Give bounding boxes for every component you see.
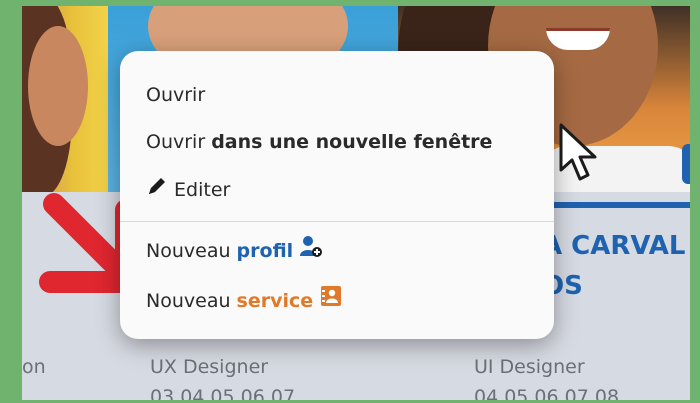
middle-card-role: UX Designer xyxy=(150,356,269,378)
context-menu: Ouvrir Ouvrir dans une nouvelle fenêtre … xyxy=(120,51,554,339)
menu-item-label: Nouveau xyxy=(146,240,231,262)
menu-separator xyxy=(120,221,554,222)
menu-item-emphasis: service xyxy=(236,290,314,312)
scroll-tab[interactable] xyxy=(682,144,690,184)
menu-item-emphasis: profil xyxy=(236,240,294,262)
menu-item-open-new-window[interactable]: Ouvrir dans une nouvelle fenêtre xyxy=(146,124,492,160)
left-card-role: on xyxy=(22,356,46,378)
middle-card-phone: 03 04 05 06 07 xyxy=(150,386,296,400)
mouse-cursor-icon xyxy=(559,123,597,181)
face-shape xyxy=(28,26,88,146)
card-name-line2: OS xyxy=(542,271,583,301)
right-card-role: UI Designer xyxy=(474,356,585,378)
menu-item-edit[interactable]: Editer xyxy=(146,172,230,208)
menu-item-label: Nouveau xyxy=(146,290,231,312)
card-name: A CARVAL OS xyxy=(542,226,685,306)
menu-item-label: Ouvrir xyxy=(146,131,206,153)
menu-item-emphasis: dans une nouvelle fenêtre xyxy=(211,131,493,153)
right-card-phone: 04 05 06 07 08 xyxy=(474,386,620,400)
menu-item-new-service[interactable]: Nouveau service xyxy=(146,283,343,319)
contact-card-icon xyxy=(319,284,343,320)
profile-photo-left[interactable] xyxy=(22,6,108,192)
menu-item-new-profile[interactable]: Nouveau profil xyxy=(146,233,323,269)
user-add-icon xyxy=(299,234,323,270)
card-name-line1: A CARVAL xyxy=(542,231,686,261)
menu-item-edit-label: Editer xyxy=(174,179,231,201)
menu-item-open[interactable]: Ouvrir xyxy=(146,77,205,113)
menu-item-open-label: Ouvrir xyxy=(146,84,206,106)
pencil-icon xyxy=(146,173,168,209)
